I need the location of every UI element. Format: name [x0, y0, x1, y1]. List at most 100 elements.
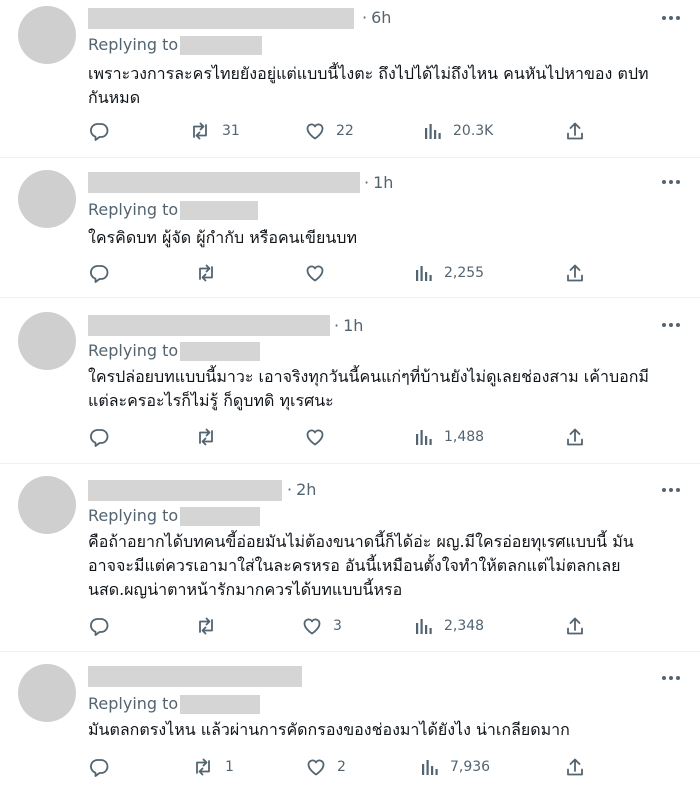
view-count: 7,936	[450, 759, 491, 775]
avatar[interactable]	[18, 476, 76, 534]
replying-to: Replying to	[88, 693, 261, 715]
replying-to-label: Replying to	[88, 200, 179, 219]
upload-arrow-icon	[567, 758, 583, 776]
replying-to-label: Replying to	[88, 35, 179, 54]
more-icon[interactable]	[660, 8, 682, 28]
author-name-redacted[interactable]	[88, 480, 282, 501]
view-count: 20.3K	[453, 123, 494, 139]
reply-button[interactable]	[88, 756, 120, 778]
avatar[interactable]	[18, 312, 76, 370]
comment-bubble-icon	[90, 429, 109, 447]
comment-bubble-icon	[90, 123, 109, 141]
retweet-button[interactable]	[194, 615, 228, 637]
bar-chart-icon	[416, 266, 432, 281]
views-button[interactable]: 20.3K	[423, 120, 493, 142]
replying-to-label: Replying to	[88, 506, 179, 525]
reply-button[interactable]	[88, 615, 120, 637]
more-icon[interactable]	[660, 480, 682, 500]
tweet-time[interactable]: 1h	[364, 173, 393, 193]
upload-arrow-icon	[567, 428, 583, 446]
like-count: 22	[336, 123, 354, 139]
avatar[interactable]	[18, 6, 76, 64]
like-count: 3	[333, 618, 342, 634]
upload-arrow-icon	[567, 122, 583, 140]
tweet-text: ใครปล่อยบทแบบนี้มาวะ เอาจริงทุกวันนี้คนแ…	[88, 367, 649, 410]
like-button[interactable]	[304, 426, 336, 448]
tweet-text: ใครคิดบท ผู้จัด ผู้กำกับ หรือคนเขียนบท	[88, 228, 358, 247]
retweet-button[interactable]: 31	[188, 120, 240, 142]
view-count: 2,348	[444, 618, 485, 634]
retweet-arrows-icon	[199, 428, 213, 446]
more-icon[interactable]	[660, 668, 682, 688]
reply-button[interactable]	[88, 262, 120, 284]
view-count: 1,488	[444, 429, 485, 445]
share-button[interactable]	[564, 615, 586, 637]
replied-user-redacted[interactable]	[180, 35, 263, 55]
tweet-0[interactable]: 6h Replying to เพราะวงการละครไทยยังอยู่แ…	[0, 0, 700, 158]
retweet-count: 31	[222, 123, 240, 139]
view-count: 2,255	[444, 265, 485, 281]
bar-chart-icon	[422, 760, 438, 775]
tweet-1[interactable]: 1h Replying to ใครคิดบท ผู้จัด ผู้กำกับ …	[0, 158, 700, 298]
heart-icon	[306, 265, 324, 282]
like-button[interactable]	[304, 262, 336, 284]
like-count: 2	[337, 759, 346, 775]
tweet-text: เพราะวงการละครไทยยังอยู่แต่แบบนี้ไงตะ ถึ…	[88, 64, 649, 107]
like-button[interactable]: 2	[305, 756, 346, 778]
author-name-redacted[interactable]	[88, 8, 354, 29]
share-button[interactable]	[564, 426, 586, 448]
replied-user-redacted[interactable]	[180, 200, 259, 220]
retweet-arrows-icon	[199, 264, 213, 282]
replying-to-label: Replying to	[88, 341, 179, 360]
replied-user-redacted[interactable]	[180, 506, 261, 526]
retweet-arrows-icon	[196, 758, 210, 776]
author-name-redacted[interactable]	[88, 666, 302, 687]
avatar[interactable]	[18, 664, 76, 722]
views-button[interactable]: 2,255	[414, 262, 484, 284]
views-button[interactable]: 1,488	[414, 426, 484, 448]
retweet-button[interactable]	[194, 426, 228, 448]
tweet-3[interactable]: 2h Replying to คือถ้าอยากได้บทคนขี้อ่อยม…	[0, 464, 700, 652]
replying-to-label: Replying to	[88, 694, 179, 713]
like-button[interactable]: 22	[304, 120, 354, 142]
heart-icon	[306, 429, 324, 446]
reply-feed: 6h Replying to เพราะวงการละครไทยยังอยู่แ…	[0, 0, 700, 788]
replying-to: Replying to	[88, 505, 261, 527]
more-icon[interactable]	[660, 315, 682, 335]
tweet-time[interactable]: 6h	[362, 8, 391, 28]
tweet-4[interactable]: Replying to มันตลกตรงไหน แล้วผ่านการคัดก…	[0, 652, 700, 788]
tweet-time[interactable]: 2h	[287, 480, 316, 500]
author-name-redacted[interactable]	[88, 315, 330, 336]
share-button[interactable]	[564, 262, 586, 284]
upload-arrow-icon	[567, 617, 583, 635]
retweet-button[interactable]: 1	[191, 756, 234, 778]
tweet-text: มันตลกตรงไหน แล้วผ่านการคัดกรองของช่องมา…	[88, 720, 570, 739]
tweet-text: คือถ้าอยากได้บทคนขี้อ่อยมันไม่ต้องขนาดนี…	[88, 532, 634, 599]
retweet-count: 1	[225, 759, 234, 775]
comment-bubble-icon	[90, 618, 109, 636]
share-button[interactable]	[564, 120, 586, 142]
heart-icon	[307, 759, 325, 776]
replying-to: Replying to	[88, 340, 261, 362]
views-button[interactable]: 2,348	[414, 615, 484, 637]
replied-user-redacted[interactable]	[180, 341, 261, 361]
reply-button[interactable]	[88, 120, 120, 142]
retweet-button[interactable]	[194, 262, 228, 284]
tweet-time[interactable]: 1h	[334, 316, 363, 336]
like-button[interactable]: 3	[301, 615, 342, 637]
avatar[interactable]	[18, 170, 76, 228]
author-name-redacted[interactable]	[88, 172, 360, 193]
bar-chart-icon	[425, 124, 441, 139]
bar-chart-icon	[416, 430, 432, 445]
replied-user-redacted[interactable]	[180, 694, 261, 714]
tweet-2[interactable]: 1h Replying to ใครปล่อยบทแบบนี้มาวะ เอาจ…	[0, 298, 700, 464]
bar-chart-icon	[416, 619, 432, 634]
share-button[interactable]	[564, 756, 586, 778]
more-icon[interactable]	[660, 172, 682, 192]
upload-arrow-icon	[567, 264, 583, 282]
reply-button[interactable]	[88, 426, 120, 448]
comment-bubble-icon	[90, 759, 109, 777]
retweet-arrows-icon	[199, 617, 213, 635]
heart-icon	[303, 618, 321, 635]
views-button[interactable]: 7,936	[420, 756, 490, 778]
